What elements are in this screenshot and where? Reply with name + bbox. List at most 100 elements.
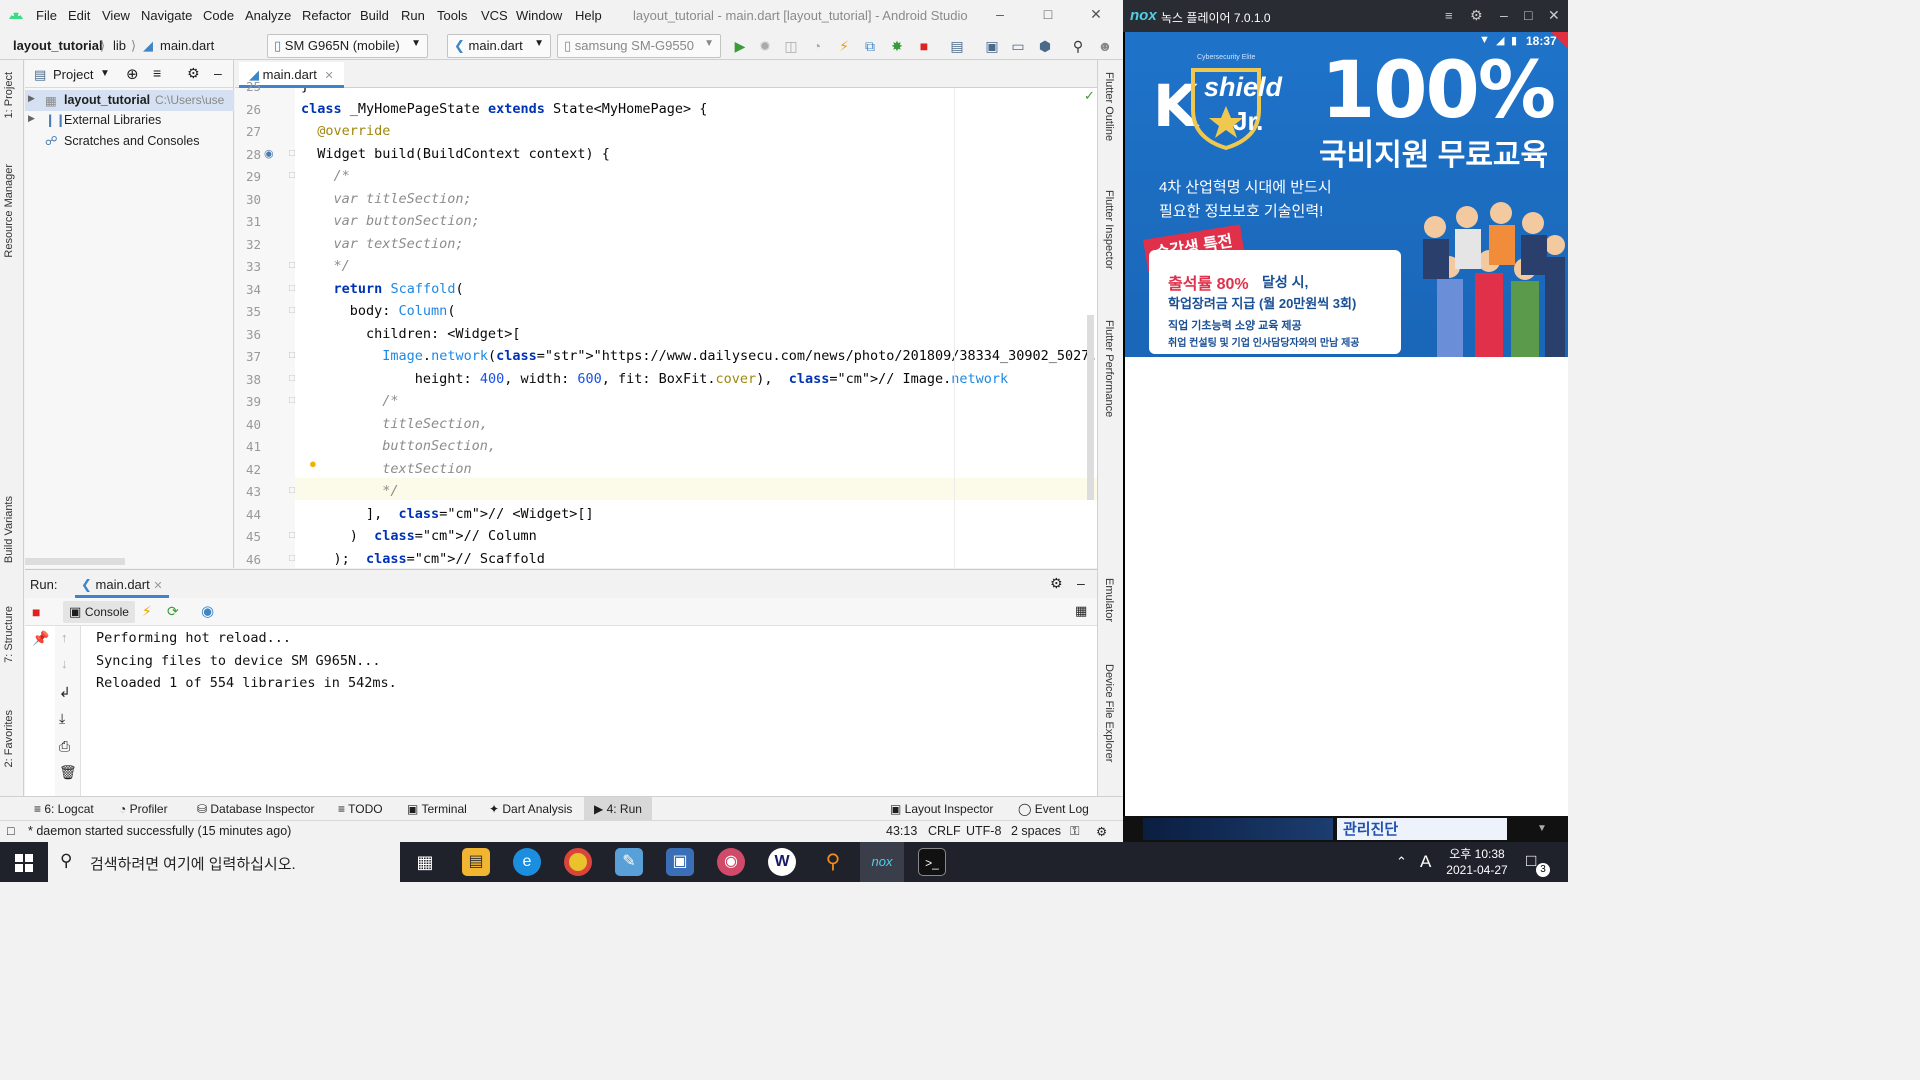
file-encoding[interactable]: UTF-8 <box>966 824 1001 838</box>
minimize-icon[interactable]: – <box>990 6 1010 26</box>
trash-icon[interactable]: 🗑 <box>59 764 77 781</box>
paint-app-icon[interactable]: ◉ <box>717 848 745 876</box>
menu-file[interactable]: File <box>36 8 57 23</box>
code-line[interactable]: Widget build(BuildContext context) { <box>301 146 610 168</box>
menu-code[interactable]: Code <box>203 8 234 23</box>
tab-flutter-inspector[interactable]: Flutter Inspector <box>1103 190 1115 269</box>
tool-layout-inspector[interactable]: ▣ Layout Inspector <box>890 802 993 816</box>
code-line[interactable]: @override <box>301 123 390 145</box>
breadcrumb-file[interactable]: main.dart <box>160 38 214 53</box>
edge-icon[interactable]: e <box>513 848 541 876</box>
taskbar-search-box[interactable]: ⚲ 검색하려면 여기에 입력하십시오. <box>48 842 400 882</box>
code-line[interactable]: children: <Widget>[ <box>301 326 520 348</box>
code-line[interactable]: return Scaffold( <box>301 281 464 303</box>
gear-icon[interactable]: ⚙ <box>1050 575 1063 592</box>
collapse-all-icon[interactable]: ≡ <box>153 65 161 81</box>
debug-icon[interactable]: ✹ <box>756 37 774 55</box>
terminal-icon[interactable]: >_ <box>918 848 946 876</box>
tab-project[interactable]: 1: Project <box>3 72 15 118</box>
expand-arrow-icon[interactable]: ▶ <box>28 93 35 104</box>
horizontal-scrollbar[interactable] <box>25 558 125 565</box>
tab-structure[interactable]: 7: Structure <box>3 606 15 663</box>
print-icon[interactable]: ⎙ <box>59 738 70 755</box>
windows-start-icon[interactable] <box>15 854 33 872</box>
code-area[interactable]: }class _MyHomePageState extends State<My… <box>295 88 1097 568</box>
taskbar-date[interactable]: 2021-04-27 <box>1443 863 1511 877</box>
maximize-icon[interactable]: □ <box>1524 7 1532 23</box>
override-marker-icon[interactable]: ◉ <box>264 147 274 160</box>
line-separator[interactable]: CRLF <box>928 824 961 838</box>
stop-icon[interactable]: ■ <box>915 37 933 55</box>
code-line[interactable]: titleSection, <box>301 416 488 438</box>
code-line[interactable]: Image.network(class="str">"https://www.d… <box>301 348 1097 370</box>
lock-icon[interactable]: ⚿ <box>1070 824 1080 839</box>
tab-emulator[interactable]: Emulator <box>1103 578 1115 622</box>
menu-run[interactable]: Run <box>401 8 425 23</box>
gear-icon[interactable]: ⚙ <box>187 65 200 82</box>
menu-build[interactable]: Build <box>360 8 389 23</box>
soft-wrap-icon[interactable]: ↲ <box>59 684 71 701</box>
code-line[interactable]: ); class="cm">// Scaffold <box>301 551 545 569</box>
minimize-icon[interactable]: – <box>1500 7 1508 23</box>
code-line[interactable]: body: Column( <box>301 303 456 325</box>
chrome-icon[interactable] <box>564 848 592 876</box>
gear-icon[interactable]: ⚙ <box>1470 7 1483 24</box>
menu-analyze[interactable]: Analyze <box>245 8 291 23</box>
notes-app-icon[interactable]: ✎ <box>615 848 643 876</box>
devtools-icon[interactable]: ◉ <box>201 602 214 620</box>
vertical-scrollbar[interactable] <box>1087 315 1094 500</box>
layout-options-icon[interactable]: ▦ <box>1075 603 1087 619</box>
nox-taskbar-icon[interactable]: nox <box>860 842 904 882</box>
search-app-icon[interactable]: ⚲ <box>819 848 847 876</box>
avd-manager-icon[interactable]: ▭ <box>1009 37 1027 55</box>
breadcrumb-lib[interactable]: lib <box>113 38 126 53</box>
menu-navigate[interactable]: Navigate <box>141 8 192 23</box>
close-icon[interactable]: ✕ <box>1548 7 1560 24</box>
hot-reload-icon[interactable]: ⚡ <box>142 603 152 620</box>
attach-debugger-icon[interactable]: ✸ <box>888 37 906 55</box>
tool-todo[interactable]: ≡ TODO <box>338 802 383 816</box>
profile-icon[interactable]: ◔ <box>808 37 826 55</box>
device-manager-icon[interactable]: ▣ <box>983 37 1001 55</box>
device-selector[interactable]: ▯ SM G965N (mobile) ▼ <box>267 34 428 58</box>
hot-restart-icon[interactable]: ⟳ <box>167 603 179 620</box>
tool-logcat[interactable]: ≡ 6: Logcat <box>34 802 94 816</box>
tool-terminal[interactable]: ▣ Terminal <box>407 802 467 816</box>
console-tab[interactable]: ▣ Console <box>63 601 135 623</box>
search-icon[interactable]: ⚲ <box>1069 37 1087 55</box>
tool-event-log[interactable]: ◯ Event Log <box>1018 802 1089 816</box>
tool-run[interactable]: ▶ 4: Run <box>584 797 652 821</box>
menu-view[interactable]: View <box>102 8 130 23</box>
tool-database-inspector[interactable]: ⛁ Database Inspector <box>197 802 314 816</box>
hide-panel-icon[interactable]: – <box>1077 575 1085 591</box>
word-app-icon[interactable]: W <box>768 848 796 876</box>
menu-window[interactable]: Window <box>516 8 562 23</box>
run-icon[interactable]: ▶ <box>731 37 749 55</box>
chevron-up-icon[interactable]: ⌃ <box>1396 854 1407 870</box>
code-line[interactable]: var titleSection; <box>301 191 472 213</box>
ime-indicator[interactable]: A <box>1420 852 1431 872</box>
code-line[interactable]: height: 400, width: 600, fit: BoxFit.cov… <box>301 371 1008 393</box>
menu-vcs[interactable]: VCS <box>481 8 508 23</box>
close-tab-icon[interactable]: ✕ <box>324 70 333 82</box>
menu-edit[interactable]: Edit <box>68 8 90 23</box>
tool-profiler[interactable]: ◔ Profiler <box>119 802 168 816</box>
code-line[interactable]: class _MyHomePageState extends State<MyH… <box>301 101 707 123</box>
network-image[interactable]: ▼ ◢ ▮ 18:37 Cybersecurity Elite K shield… <box>1125 32 1568 357</box>
menu-help[interactable]: Help <box>575 8 602 23</box>
account-icon[interactable]: ☻ <box>1096 37 1114 55</box>
store-app-icon[interactable]: ▣ <box>666 848 694 876</box>
expand-arrow-icon[interactable]: ▶ <box>28 113 35 124</box>
tree-item-project[interactable]: ▶ ▦ layout_tutorial C:\Users\use <box>25 90 234 111</box>
code-line[interactable]: ) class="cm">// Column <box>301 528 537 550</box>
close-tab-icon[interactable]: ✕ <box>153 580 162 592</box>
run-tab-main-dart[interactable]: ❮ main.dart ✕ <box>75 572 169 598</box>
run-config-selector[interactable]: ❮ main.dart ▼ <box>447 34 551 58</box>
menu-tools[interactable]: Tools <box>437 8 467 23</box>
tab-device-file-explorer[interactable]: Device File Explorer <box>1103 664 1115 762</box>
target-device-selector[interactable]: ▯ samsung SM-G9550 ▼ <box>557 34 721 58</box>
code-line[interactable]: */ <box>301 483 398 505</box>
tab-flutter-outline[interactable]: Flutter Outline <box>1103 72 1115 141</box>
project-structure-icon[interactable]: ▤ <box>948 37 966 55</box>
code-line[interactable]: buttonSection, <box>301 438 496 460</box>
